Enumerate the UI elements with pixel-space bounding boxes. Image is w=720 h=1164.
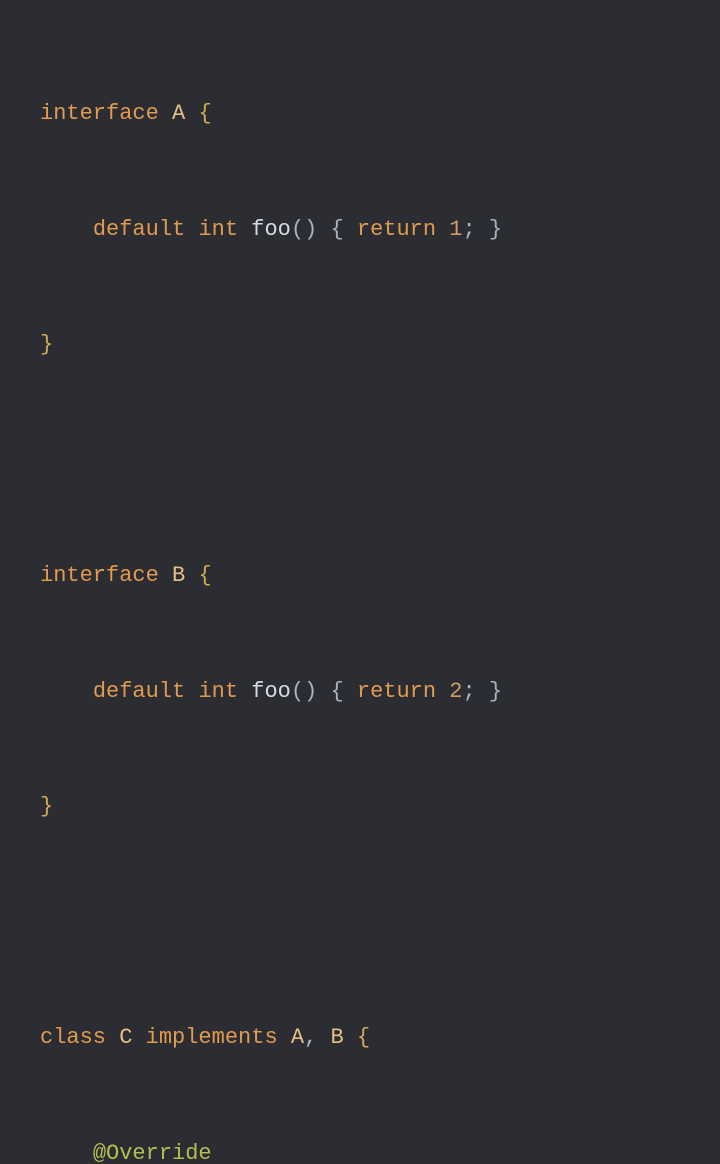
semicolon: ;	[463, 679, 476, 704]
paren-close: )	[304, 217, 317, 242]
type-ref-A: A	[291, 1025, 304, 1050]
brace-close: }	[40, 794, 53, 819]
number-literal: 2	[449, 679, 462, 704]
blank-line	[40, 904, 680, 943]
paren-close: )	[304, 679, 317, 704]
comma: ,	[304, 1025, 317, 1050]
brace-close: }	[489, 217, 502, 242]
keyword-interface: interface	[40, 563, 159, 588]
method-foo: foo	[251, 679, 291, 704]
type-ref-B: B	[330, 1025, 343, 1050]
code-editor[interactable]: interface A { default int foo() { return…	[0, 0, 720, 1164]
keyword-class: class	[40, 1025, 106, 1050]
paren-open: (	[291, 679, 304, 704]
brace-close: }	[489, 679, 502, 704]
type-name-A: A	[172, 101, 185, 126]
keyword-return: return	[357, 679, 436, 704]
semicolon: ;	[463, 217, 476, 242]
brace-open: {	[357, 1025, 370, 1050]
code-line: default int foo() { return 1; }	[40, 211, 680, 250]
brace-close: }	[40, 332, 53, 357]
keyword-interface: interface	[40, 101, 159, 126]
code-line: interface B {	[40, 557, 680, 596]
annotation-override: @Override	[93, 1141, 212, 1164]
keyword-int: int	[198, 679, 238, 704]
brace-open: {	[198, 563, 211, 588]
code-line: class C implements A, B {	[40, 1019, 680, 1058]
keyword-default: default	[93, 217, 185, 242]
code-line: }	[40, 326, 680, 365]
type-name-B: B	[172, 563, 185, 588]
code-line: interface A {	[40, 95, 680, 134]
keyword-int: int	[198, 217, 238, 242]
keyword-return: return	[357, 217, 436, 242]
code-line: }	[40, 788, 680, 827]
paren-open: (	[291, 217, 304, 242]
brace-open: {	[330, 679, 343, 704]
blank-line	[40, 442, 680, 481]
keyword-default: default	[93, 679, 185, 704]
type-name-C: C	[119, 1025, 132, 1050]
number-literal: 1	[449, 217, 462, 242]
keyword-implements: implements	[146, 1025, 278, 1050]
brace-open: {	[198, 101, 211, 126]
brace-open: {	[330, 217, 343, 242]
code-line: @Override	[40, 1135, 680, 1164]
method-foo: foo	[251, 217, 291, 242]
code-line: default int foo() { return 2; }	[40, 673, 680, 712]
